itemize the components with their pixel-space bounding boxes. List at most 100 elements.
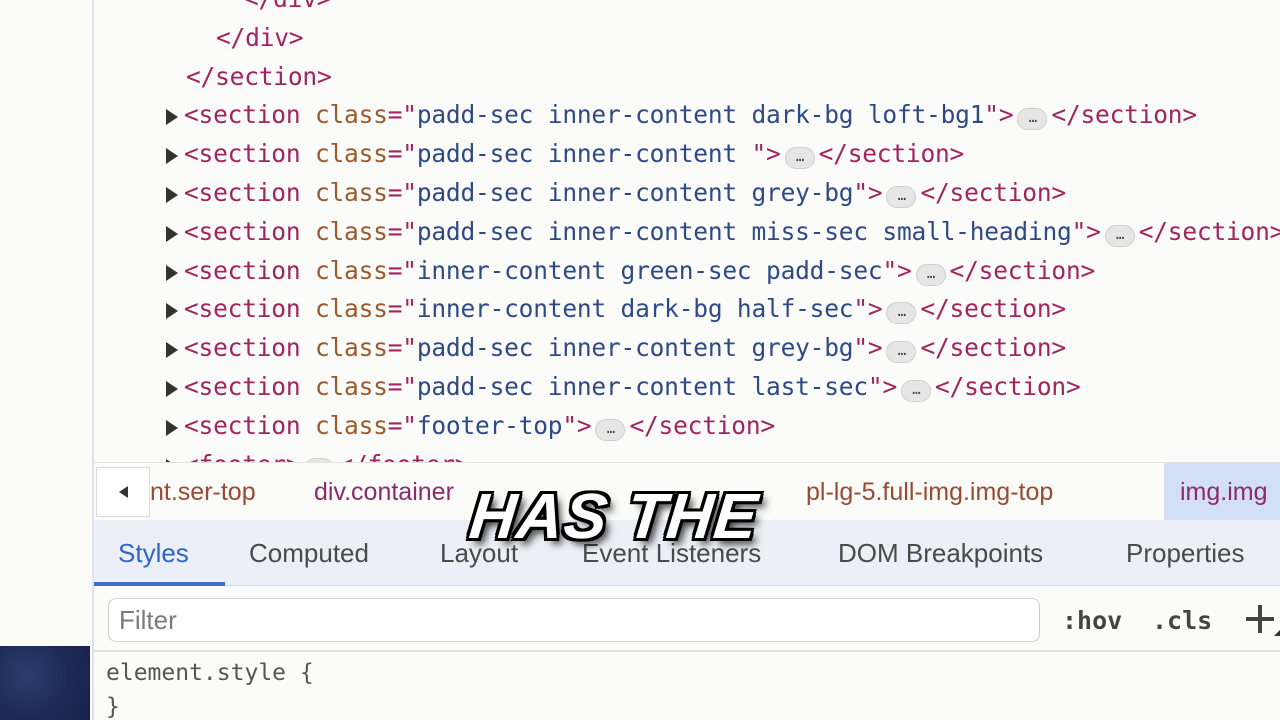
expand-triangle-icon[interactable] (166, 303, 178, 320)
html-tag-text: </section> (818, 139, 965, 169)
collapsed-children-badge[interactable]: … (886, 341, 917, 364)
attribute-value: padd-sec inner-content grey-bg (416, 178, 854, 207)
html-tag-text: </section> (935, 372, 1081, 401)
devtools-panel: </div></div></section><section class="pa… (92, 0, 1280, 720)
html-tag-text: <section (184, 255, 315, 285)
html-tag-text: </footer> (338, 450, 469, 462)
html-tag-text: <footer> (184, 450, 301, 462)
attribute-value: padd-sec inner-content grey-bg (416, 333, 854, 363)
html-tag-text: <section (184, 294, 315, 324)
collapsed-children-badge[interactable]: … (915, 263, 946, 286)
attribute-name: class (314, 333, 388, 363)
attribute-value: padd-sec inner-content (416, 139, 752, 169)
attribute-value: padd-sec inner-content dark-bg loft-bg1 (416, 100, 985, 130)
dom-node-row[interactable]: <section class="padd-sec inner-content l… (166, 368, 1081, 406)
dom-node-row[interactable]: <section class="padd-sec inner-content "… (166, 135, 964, 173)
html-tag-text: =" (387, 255, 417, 285)
page-image (0, 646, 90, 720)
attribute-value: padd-sec inner-content miss-sec small-he… (416, 216, 1072, 246)
html-tag-text: </section> (949, 255, 1096, 285)
breadcrumb-item-active[interactable]: img.img (1180, 477, 1268, 507)
dom-node-row[interactable]: </section> (186, 58, 332, 96)
collapsed-children-badge[interactable]: … (901, 380, 931, 402)
html-tag-text: <section (184, 372, 315, 401)
add-style-rule-button[interactable] (1244, 602, 1280, 640)
dom-node-row[interactable]: <section class="padd-sec inner-content d… (166, 96, 1197, 134)
html-tag-text: "> (882, 255, 912, 285)
html-tag-text: <section (184, 216, 315, 246)
collapsed-children-badge[interactable]: … (595, 418, 626, 441)
html-tag-text: </section> (1138, 216, 1280, 246)
collapsed-children-badge[interactable]: … (784, 147, 815, 170)
html-tag-text: "> (751, 139, 781, 169)
breadcrumb-item[interactable]: div.container (314, 477, 454, 507)
expand-triangle-icon[interactable] (166, 264, 178, 281)
html-tag-text: <section (184, 139, 315, 169)
collapsed-children-badge[interactable]: … (1104, 224, 1135, 247)
expand-triangle-icon[interactable] (166, 342, 178, 359)
html-tag-text: </section> (920, 294, 1066, 324)
html-tag-text: <section (184, 100, 315, 130)
breadcrumb-item[interactable]: nt.ser-top (150, 477, 256, 507)
hover-state-toggle-button[interactable]: :hov (1062, 606, 1122, 636)
html-tag-text: </section> (1051, 100, 1197, 130)
html-tag-text: <section (184, 410, 315, 440)
html-tag-text: </section> (186, 61, 332, 91)
filter-input[interactable] (108, 598, 1040, 642)
html-tag-text: "> (867, 372, 897, 401)
html-tag-text: =" (387, 100, 417, 130)
html-tag-text: "> (562, 410, 592, 440)
collapsed-children-badge[interactable]: … (886, 186, 917, 208)
html-tag-text: </div> (216, 22, 304, 52)
dom-node-row[interactable]: <section class="inner-content green-sec … (166, 252, 1095, 290)
expand-triangle-icon[interactable] (166, 187, 178, 203)
breadcrumb-item[interactable]: pl-lg-5.full-img.img-top (806, 477, 1053, 507)
triangle-left-icon (118, 486, 128, 498)
dom-node-row[interactable]: <section class="padd-sec inner-content m… (166, 213, 1280, 251)
expand-triangle-icon[interactable] (166, 148, 178, 165)
breadcrumb-scroll-left-button[interactable] (96, 467, 150, 517)
attribute-name: class (314, 410, 388, 440)
html-tag-text: </section> (920, 178, 1066, 207)
tab-properties[interactable]: Properties (1126, 538, 1245, 568)
dom-node-row[interactable]: <section class="footer-top">… </section> (166, 407, 775, 445)
expand-triangle-icon[interactable] (166, 419, 178, 436)
html-tag-text: =" (387, 139, 417, 169)
expand-triangle-icon[interactable] (166, 225, 178, 242)
attribute-value: padd-sec inner-content last-sec (416, 372, 868, 401)
dom-tree: </div></div></section><section class="pa… (94, 0, 1280, 462)
html-tag-text: "> (853, 333, 883, 363)
html-tag-text: =" (387, 216, 417, 246)
attribute-name: class (314, 255, 388, 285)
dom-node-row[interactable]: <section class="padd-sec inner-content g… (166, 174, 1066, 212)
html-tag-text: <section (184, 333, 315, 363)
tab-computed[interactable]: Computed (249, 538, 369, 568)
expand-triangle-icon[interactable] (166, 109, 178, 126)
attribute-value: footer-top (416, 410, 563, 440)
html-tag-text: </div> (244, 0, 332, 13)
html-tag-text: "> (984, 100, 1014, 130)
dom-node-row[interactable]: <section class="inner-content dark-bg ha… (166, 290, 1066, 328)
attribute-name: class (314, 216, 388, 246)
dom-node-row[interactable]: <section class="padd-sec inner-content g… (166, 329, 1066, 367)
element-style-close: } (106, 694, 120, 720)
attribute-value: inner-content green-sec padd-sec (416, 255, 883, 285)
collapsed-children-badge[interactable]: … (1017, 108, 1048, 131)
dom-node-row[interactable]: </div> (244, 0, 332, 18)
dom-node-row[interactable]: </div> (216, 19, 304, 57)
tab-styles[interactable]: Styles (118, 538, 189, 568)
element-style-selector[interactable]: element.style { (106, 658, 314, 688)
class-toggle-button[interactable]: .cls (1152, 606, 1212, 636)
html-tag-text: =" (387, 410, 417, 440)
html-tag-text: =" (387, 333, 417, 363)
html-tag-text: <section (184, 178, 315, 207)
tab-dom-breakpoints[interactable]: DOM Breakpoints (838, 538, 1043, 568)
expand-triangle-icon[interactable] (166, 381, 178, 397)
styles-toolbar: :hov .cls (94, 586, 1280, 652)
collapsed-children-badge[interactable]: … (886, 302, 917, 325)
html-tag-text: =" (387, 178, 417, 207)
page-viewport-strip (0, 0, 92, 720)
styles-pane: element.style { } (94, 652, 1280, 720)
html-tag-text: =" (387, 372, 417, 401)
dom-node-row[interactable]: <footer>…</footer> (166, 446, 470, 462)
